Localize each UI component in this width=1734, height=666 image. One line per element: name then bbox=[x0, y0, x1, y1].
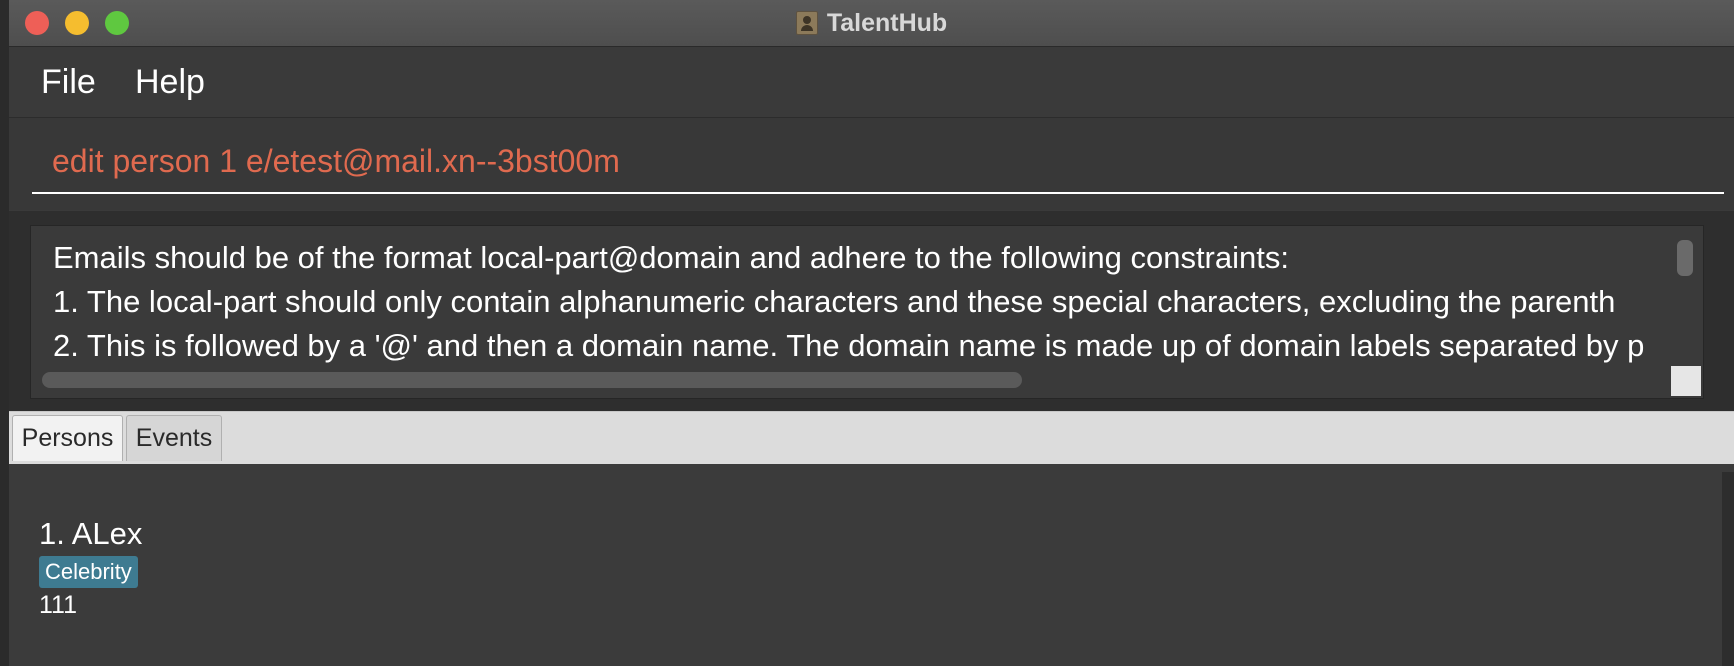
list-vertical-scrollbar[interactable] bbox=[1722, 472, 1734, 666]
result-line: 1. The local-part should only contain al… bbox=[53, 284, 1616, 319]
person-name: 1. ALex bbox=[39, 516, 143, 551]
title-bar[interactable]: TalentHub bbox=[9, 0, 1734, 47]
result-line: 2. This is followed by a '@' and then a … bbox=[53, 328, 1645, 363]
tab-persons[interactable]: Persons bbox=[12, 415, 123, 461]
app-window: TalentHub File Help Emails should be of … bbox=[9, 0, 1734, 666]
window-title-group: TalentHub bbox=[9, 0, 1734, 46]
result-display[interactable]: Emails should be of the format local-par… bbox=[30, 225, 1704, 399]
result-line: Emails should be of the format local-par… bbox=[53, 240, 1289, 275]
person-list: 1. ALex Celebrity 111 bbox=[9, 464, 1734, 666]
tab-bar: Persons Events bbox=[9, 411, 1734, 465]
result-display-panel: Emails should be of the format local-par… bbox=[9, 211, 1734, 411]
person-card[interactable]: 1. ALex Celebrity 111 bbox=[39, 516, 142, 620]
scrollbar-corner bbox=[1671, 366, 1701, 396]
menu-bar: File Help bbox=[9, 47, 1734, 118]
vertical-scrollbar[interactable] bbox=[1677, 240, 1693, 276]
person-phone: 111 bbox=[39, 591, 78, 619]
menu-help[interactable]: Help bbox=[135, 63, 205, 102]
person-tag: Celebrity bbox=[39, 556, 138, 588]
command-box bbox=[9, 118, 1734, 210]
command-input[interactable] bbox=[32, 130, 1724, 194]
menu-file[interactable]: File bbox=[41, 63, 96, 102]
window-title: TalentHub bbox=[826, 8, 948, 37]
tab-events[interactable]: Events bbox=[126, 415, 222, 461]
horizontal-scrollbar[interactable] bbox=[42, 372, 1022, 388]
app-user-icon bbox=[795, 11, 818, 35]
